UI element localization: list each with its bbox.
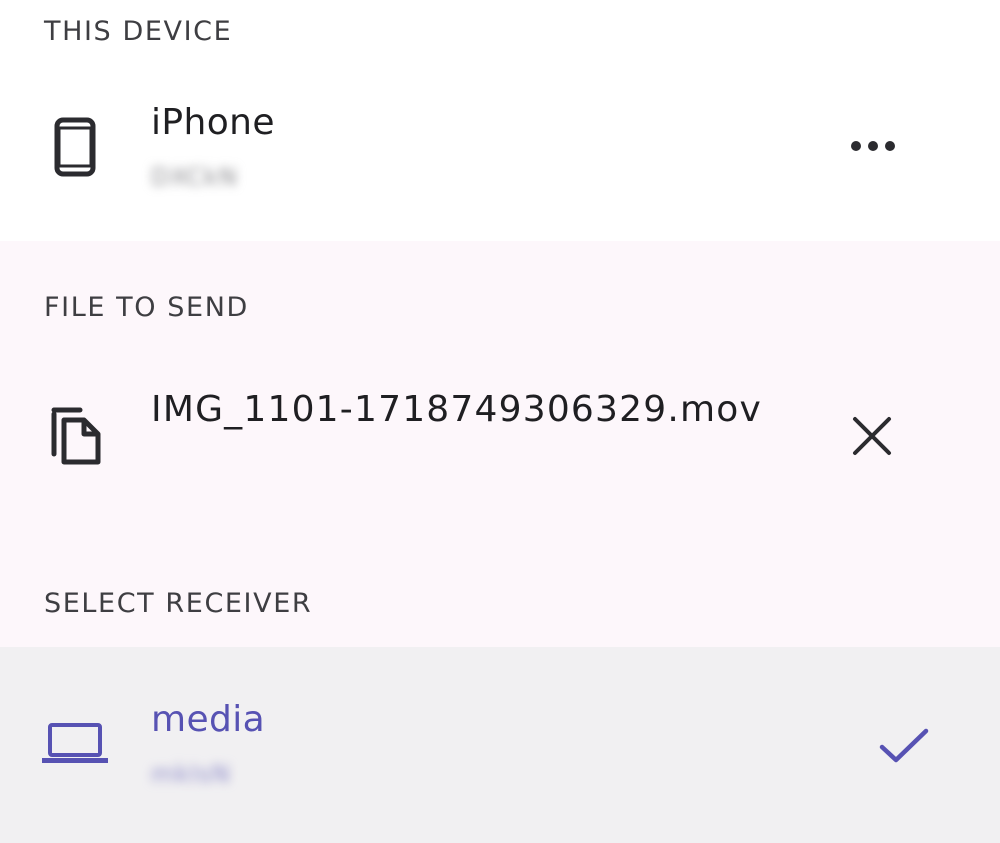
this-device-header: THIS DEVICE bbox=[44, 16, 233, 47]
copy-files-icon bbox=[46, 402, 104, 472]
close-icon bbox=[853, 417, 891, 455]
more-horizontal-icon bbox=[851, 141, 895, 151]
laptop-icon bbox=[42, 722, 108, 768]
checkmark-icon bbox=[878, 726, 930, 770]
device-name: iPhone bbox=[151, 102, 275, 143]
select-receiver-header: SELECT RECEIVER bbox=[44, 588, 313, 619]
this-device-panel: THIS DEVICE iPhone DXCkN bbox=[0, 0, 1000, 241]
device-id: DXCkN bbox=[151, 163, 238, 191]
file-to-send-header: FILE TO SEND bbox=[44, 292, 249, 323]
device-more-button[interactable] bbox=[845, 126, 901, 166]
remove-file-button[interactable] bbox=[848, 412, 896, 460]
receiver-id: mkIsN bbox=[151, 760, 231, 788]
receiver-list-item[interactable]: media mkIsN bbox=[0, 647, 1000, 843]
file-name: IMG_1101-1718749306329.mov bbox=[151, 389, 762, 430]
receiver-name: media bbox=[151, 699, 266, 740]
smartphone-icon bbox=[54, 117, 96, 181]
